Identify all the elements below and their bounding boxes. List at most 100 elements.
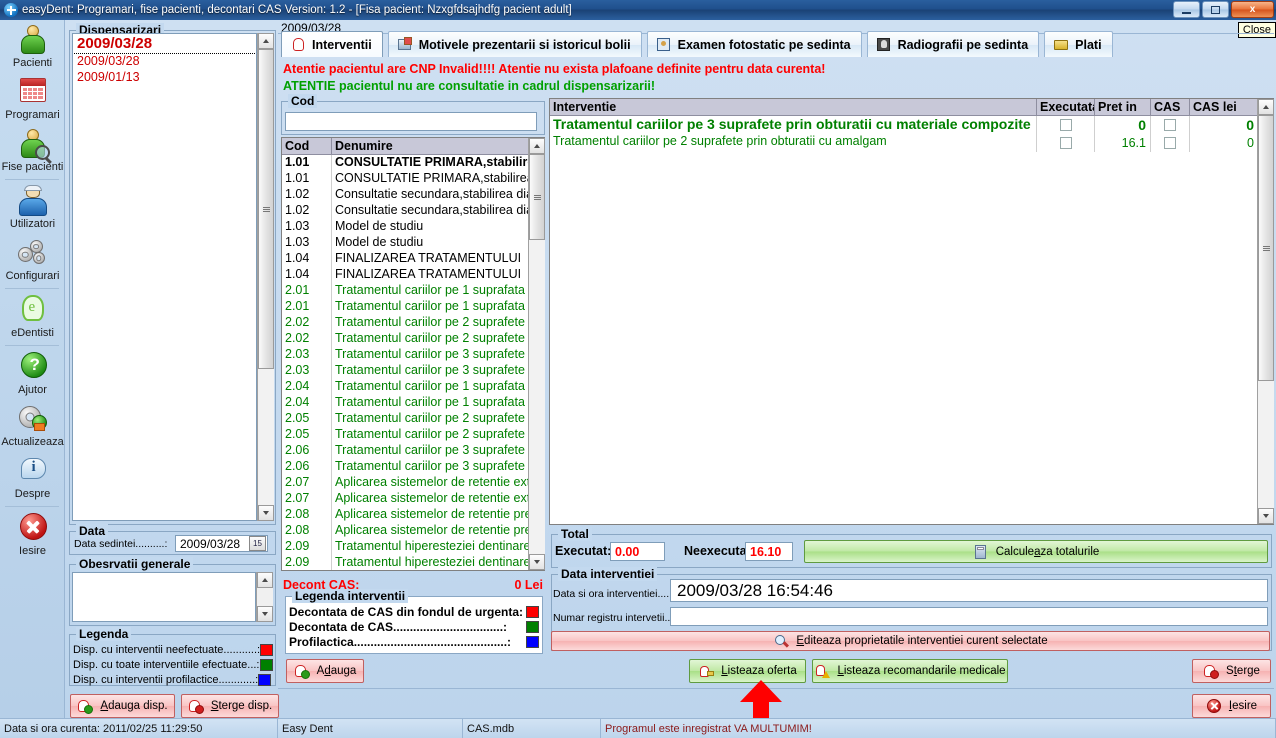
minimize-button[interactable] <box>1173 1 1200 18</box>
scroll-thumb[interactable] <box>1258 115 1274 381</box>
table-row[interactable]: 2.02Tratamentul cariilor pe 2 suprafete … <box>282 315 544 331</box>
tab-plati[interactable]: Plati <box>1044 31 1112 57</box>
sidebar-item-configurari[interactable]: Configurari <box>0 233 65 285</box>
listeaza-oferta-button[interactable]: Listeaza oferta <box>689 659 806 683</box>
sidebar-item-despre[interactable]: Despre <box>0 451 65 503</box>
list-item[interactable]: 2009/03/28 <box>73 34 256 53</box>
scroll-up-arrow[interactable] <box>257 572 273 588</box>
add-disp-icon <box>77 698 93 714</box>
tab-radiografii-pe-sedinta[interactable]: Radiografii pe sedinta <box>867 31 1040 57</box>
table-row[interactable]: 2.05Tratamentul cariilor pe 2 suprafete … <box>282 427 544 443</box>
table-row[interactable]: 2.06Tratamentul cariilor pe 3 suprafete … <box>282 443 544 459</box>
listeaza-recomandari-button[interactable]: Listeaza recomandarile medicale <box>812 659 1008 683</box>
table-row[interactable]: 1.02Consultatie secundara,stabilirea dia… <box>282 203 544 219</box>
sidebar-item-label: eDentisti <box>11 327 54 339</box>
table-row[interactable]: 2.05Tratamentul cariilor pe 2 suprafete … <box>282 411 544 427</box>
table-row[interactable]: 2.01Tratamentul cariilor pe 1 suprafata … <box>282 299 544 315</box>
sidebar-item-actualizeaza[interactable]: Actualizeaza <box>0 399 65 451</box>
calendar-picker-icon[interactable]: 15 <box>249 536 266 551</box>
scroll-thumb[interactable] <box>529 154 545 240</box>
scroll-down-arrow[interactable] <box>1258 508 1274 524</box>
table-row[interactable]: 1.01CONSULTATIE PRIMARA,stabilirea diag <box>282 155 544 171</box>
executata-checkbox[interactable] <box>1060 137 1072 149</box>
cell-denumire: Aplicarea sistemelor de retentie extempo… <box>332 491 544 507</box>
tooth-icon <box>16 294 50 326</box>
scroll-thumb[interactable] <box>258 49 274 369</box>
sidebar-item-pacienti[interactable]: Pacienti <box>0 20 65 72</box>
table-row[interactable]: 2.01Tratamentul cariilor pe 1 suprafata … <box>282 283 544 299</box>
cell-denumire: Tratamentul cariilor pe 1 suprafata prin… <box>332 283 544 299</box>
interventii-table[interactable]: Interventie Executata Pret in lei CAS CA… <box>549 98 1274 525</box>
sterge-disp-button[interactable]: Sterge disp. <box>181 694 279 718</box>
table-row[interactable]: 2.08Aplicarea sistemelor de retentie pre… <box>282 523 544 539</box>
cod-search-input[interactable] <box>285 112 537 131</box>
table-row[interactable]: 2.08Aplicarea sistemelor de retentie pre… <box>282 507 544 523</box>
data-sedintei-input[interactable]: 2009/03/28 15 <box>175 535 268 552</box>
cod-scrollbar[interactable] <box>528 138 545 570</box>
restore-button[interactable] <box>1202 1 1229 18</box>
editeaza-proprietatile-button[interactable]: Editeaza proprietatile interventiei cure… <box>551 631 1270 651</box>
sterge-button[interactable]: Sterge <box>1192 659 1271 683</box>
interventii-scrollbar[interactable] <box>1257 99 1274 524</box>
executata-checkbox[interactable] <box>1060 119 1072 131</box>
sidebar-item-programari[interactable]: Programari <box>0 72 65 124</box>
scroll-down-arrow[interactable] <box>257 606 273 622</box>
observatii-scrollbar[interactable] <box>256 572 273 622</box>
cod-table[interactable]: Cod Denumire 1.01CONSULTATIE PRIMARA,sta… <box>281 137 545 571</box>
dispensarizari-scrollbar[interactable] <box>257 33 274 521</box>
sidebar-item-iesire[interactable]: Iesire <box>0 508 65 560</box>
table-row[interactable]: 2.04Tratamentul cariilor pe 1 suprafata … <box>282 395 544 411</box>
dispensarizari-list[interactable]: 2009/03/282009/03/282009/01/13 <box>72 33 257 521</box>
table-row[interactable]: 2.09Tratamentul hiperesteziei dentinare/… <box>282 555 544 570</box>
update-icon <box>16 403 50 435</box>
table-row[interactable]: 2.03Tratamentul cariilor pe 3 suprafete … <box>282 347 544 363</box>
divider <box>5 345 59 346</box>
table-row[interactable]: 2.06Tratamentul cariilor pe 3 suprafete … <box>282 459 544 475</box>
table-row[interactable]: Tratamentul cariilor pe 3 suprafete prin… <box>550 116 1273 134</box>
scroll-down-arrow[interactable] <box>258 505 274 521</box>
table-row[interactable]: 2.03Tratamentul cariilor pe 3 suprafete … <box>282 363 544 379</box>
table-row[interactable]: 1.02Consultatie secundara,stabilirea dia… <box>282 187 544 203</box>
iesire-button[interactable]: Iesire <box>1192 694 1271 718</box>
scroll-down-arrow[interactable] <box>529 554 545 570</box>
list-item[interactable]: 2009/03/28 <box>73 53 256 69</box>
table-row[interactable]: 1.01CONSULTATIE PRIMARA,stabilirea diag <box>282 171 544 187</box>
cas-checkbox[interactable] <box>1164 119 1176 131</box>
observatii-textarea[interactable] <box>72 572 256 622</box>
table-row[interactable]: 1.04FINALIZAREA TRATAMENTULUI <box>282 251 544 267</box>
scroll-up-arrow[interactable] <box>529 138 545 154</box>
table-row[interactable]: 2.02Tratamentul cariilor pe 2 suprafete … <box>282 331 544 347</box>
table-row[interactable]: Tratamentul cariilor pe 2 suprafete prin… <box>550 134 1273 152</box>
tab-motivele-prezentarii-si-istoricul-bolii[interactable]: Motivele prezentarii si istoricul bolii <box>388 31 642 57</box>
table-row[interactable]: 2.04Tratamentul cariilor pe 1 suprafata … <box>282 379 544 395</box>
scroll-up-arrow[interactable] <box>1258 99 1274 115</box>
cell-denumire: CONSULTATIE PRIMARA,stabilirea diag <box>332 155 544 171</box>
sidebar-item-utilizatori[interactable]: Utilizatori <box>0 181 65 233</box>
sidebar-item-edentisti[interactable]: eDentisti <box>0 290 65 342</box>
status-appname: Easy Dent <box>278 719 463 738</box>
datetime-value[interactable]: 2009/03/28 16:54:46 <box>670 579 1268 602</box>
table-row[interactable]: 1.03Model de studiu <box>282 219 544 235</box>
sidebar-item-ajutor[interactable]: Ajutor <box>0 347 65 399</box>
registru-input[interactable] <box>670 607 1268 626</box>
cas-checkbox[interactable] <box>1164 137 1176 149</box>
legend-color-swatch <box>260 644 273 656</box>
cell-cod: 2.05 <box>282 411 332 427</box>
scroll-up-arrow[interactable] <box>258 33 274 49</box>
cell-cod: 2.08 <box>282 507 332 523</box>
table-row[interactable]: 2.07Aplicarea sistemelor de retentie ext… <box>282 475 544 491</box>
adauga-disp-button[interactable]: Adauga disp. <box>70 694 175 718</box>
legend-color-swatch <box>526 606 539 618</box>
table-row[interactable]: 2.09Tratamentul hiperesteziei dentinare/… <box>282 539 544 555</box>
sidebar-item-fise-pacienti[interactable]: Fise pacienti <box>0 124 65 176</box>
cell-denumire: Consultatie secundara,stabilirea diagnos… <box>332 203 544 219</box>
table-row[interactable]: 1.03Model de studiu <box>282 235 544 251</box>
table-row[interactable]: 1.04FINALIZAREA TRATAMENTULUI <box>282 267 544 283</box>
calculeaza-totalurile-button[interactable]: Calculeaza totalurile <box>804 540 1268 563</box>
tab-interventii[interactable]: Interventii <box>281 31 383 57</box>
close-button[interactable]: x <box>1231 1 1274 18</box>
tab-examen-fotostatic-pe-sedinta[interactable]: Examen fotostatic pe sedinta <box>647 31 862 57</box>
adauga-button[interactable]: Adauga <box>286 659 364 683</box>
table-row[interactable]: 2.07Aplicarea sistemelor de retentie ext… <box>282 491 544 507</box>
list-item[interactable]: 2009/01/13 <box>73 69 256 85</box>
